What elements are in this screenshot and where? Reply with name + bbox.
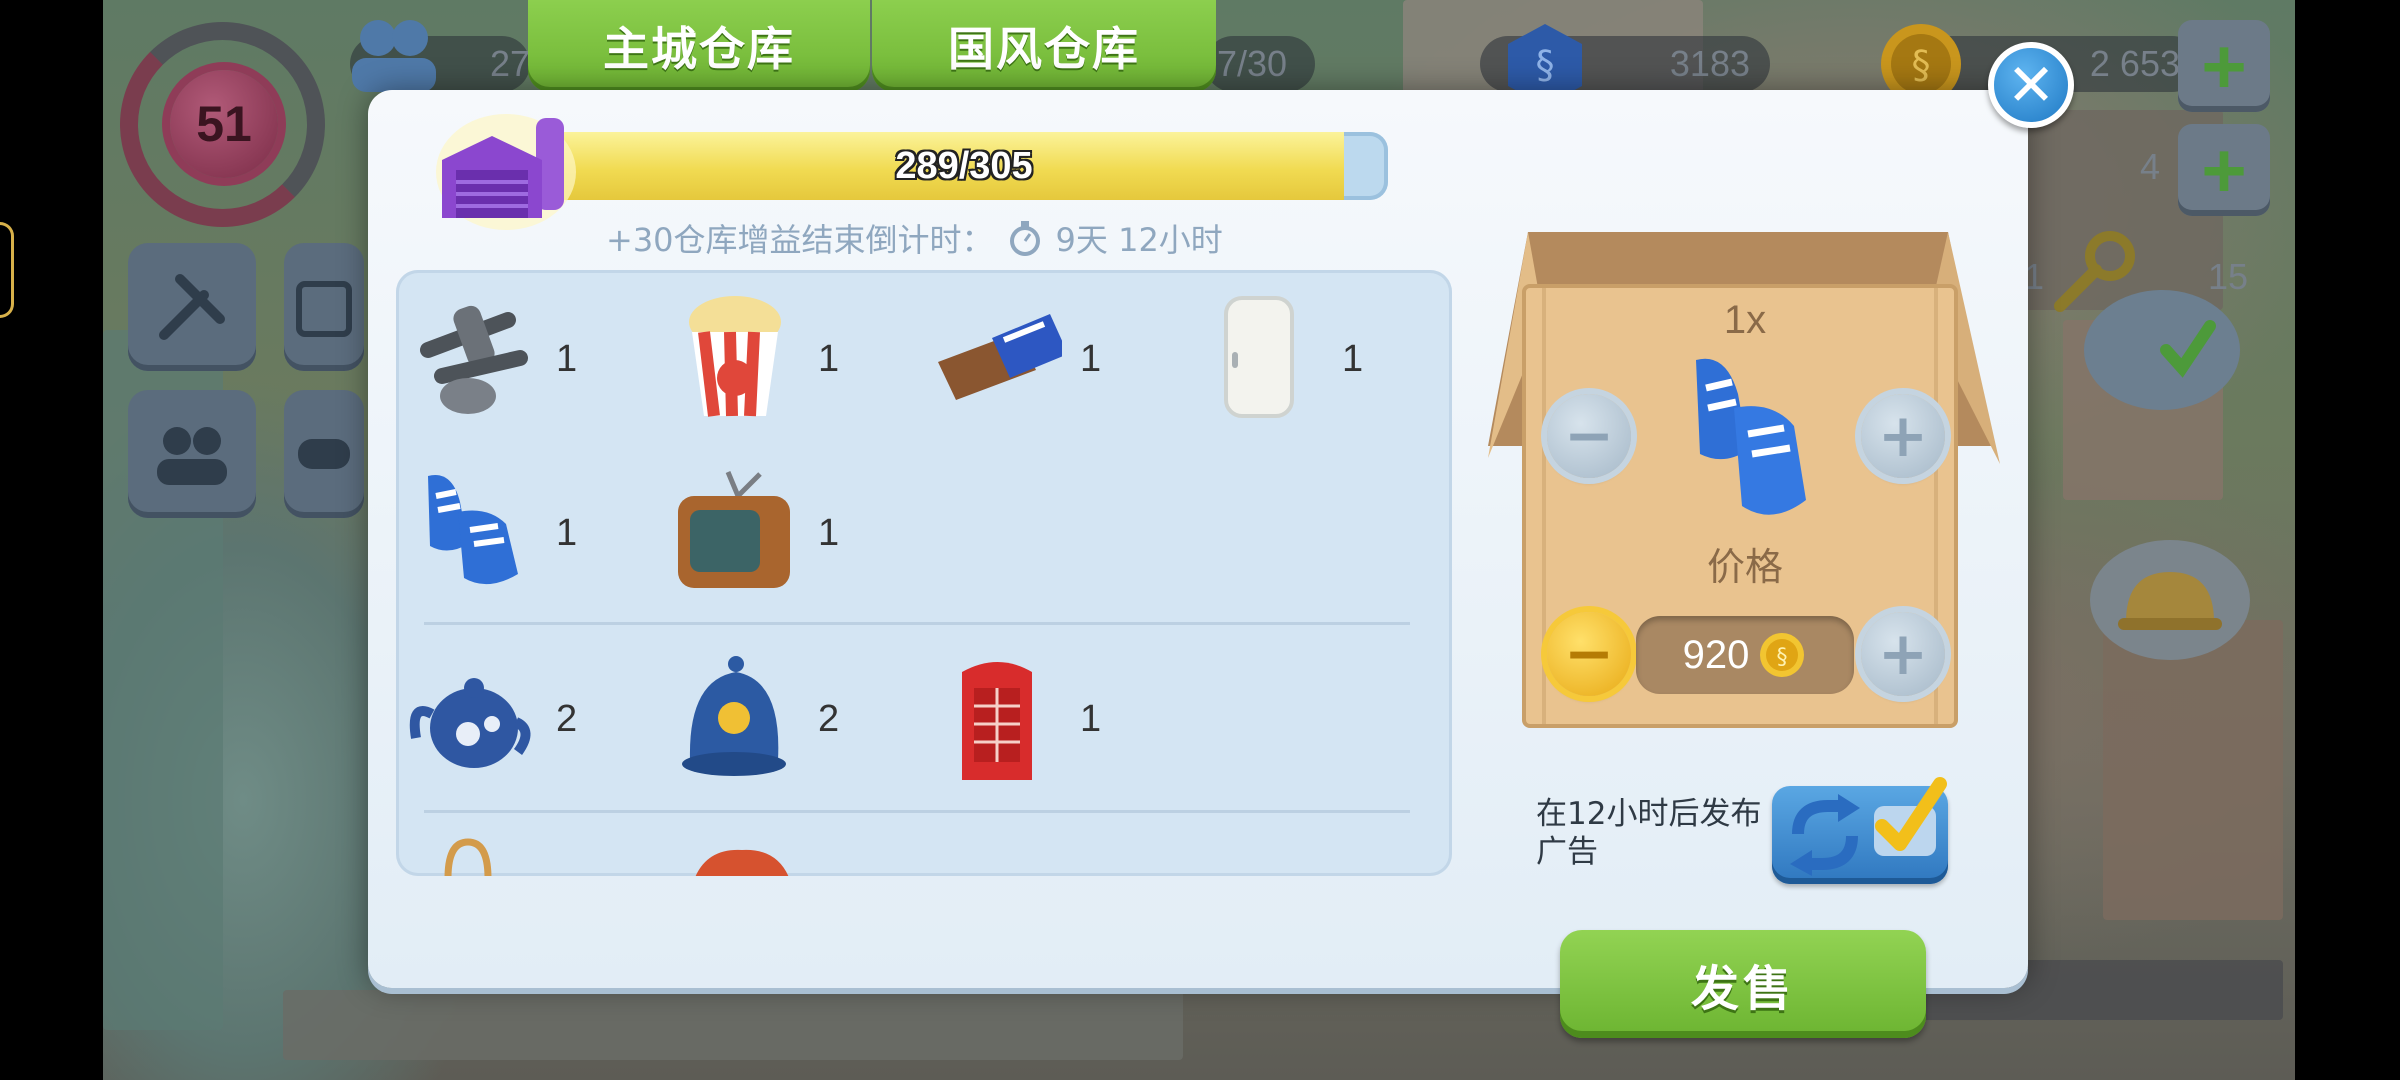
inventory-item-popcorn[interactable]: 1 bbox=[670, 292, 910, 432]
storage-capacity-bar: 289/305 bbox=[540, 132, 1388, 200]
row-divider bbox=[424, 622, 1410, 625]
storage-counter-hud: 7/30 bbox=[1205, 36, 1315, 92]
partial-item-icon bbox=[695, 849, 789, 876]
inventory-item-football-boots[interactable]: 1 bbox=[408, 466, 648, 606]
sell-label: 发售 bbox=[1690, 961, 1795, 1017]
storage-capacity-text: 289/305 bbox=[895, 144, 1033, 187]
tab-label: 国风仓库 bbox=[948, 22, 1140, 76]
storage-counter-value: 7/30 bbox=[1217, 43, 1288, 84]
coin-icon: § bbox=[1760, 633, 1805, 677]
checkmark-icon bbox=[2160, 320, 2216, 378]
row-divider bbox=[424, 810, 1410, 813]
inventory-item-teapot[interactable]: 2 bbox=[408, 652, 648, 792]
hud-right-value-3: 15 bbox=[2208, 256, 2249, 297]
inventory-item-police-helmet[interactable]: 2 bbox=[670, 652, 910, 792]
tab-main-city-warehouse[interactable]: 主城仓库 bbox=[528, 0, 870, 92]
minus-icon: − bbox=[1563, 401, 1615, 471]
calendar-button[interactable] bbox=[284, 243, 364, 371]
item-quantity: 2 bbox=[556, 698, 578, 740]
level-badge[interactable]: 51 bbox=[170, 70, 278, 178]
price-value: 920 bbox=[1682, 632, 1750, 677]
popcorn-icon bbox=[689, 296, 781, 417]
coins-value: 2 653 bbox=[2089, 43, 2180, 84]
refresh-arrows-icon bbox=[1790, 794, 1860, 876]
inventory-item-nails[interactable]: 1 bbox=[408, 292, 648, 432]
side-handle[interactable] bbox=[0, 222, 14, 318]
gamepad-icon bbox=[298, 439, 350, 469]
price-display: 920 § bbox=[1636, 616, 1854, 694]
boost-label: +30仓库增益结束倒计时： bbox=[606, 221, 994, 259]
task-bubble[interactable] bbox=[2084, 290, 2240, 410]
item-quantity: 1 bbox=[556, 512, 578, 554]
svg-text:§: § bbox=[1912, 43, 1931, 87]
svg-text:§: § bbox=[1536, 43, 1555, 87]
inventory-item-chocolate[interactable]: 1 bbox=[932, 292, 1172, 432]
teapot-icon bbox=[409, 678, 531, 768]
plus-icon: + bbox=[2201, 22, 2247, 110]
checkmark-icon bbox=[1874, 777, 1947, 856]
people-icon bbox=[157, 427, 227, 485]
phone-booth-icon bbox=[962, 662, 1032, 780]
svg-text:§: § bbox=[1777, 645, 1788, 670]
inventory-item-fridge[interactable]: 1 bbox=[1194, 292, 1434, 432]
plus-icon: + bbox=[1877, 401, 1929, 471]
games-button[interactable] bbox=[284, 390, 364, 518]
sell-button[interactable]: 发售 bbox=[1560, 930, 1926, 1038]
police-helmet-icon bbox=[682, 656, 786, 776]
stopwatch-icon bbox=[1009, 221, 1040, 256]
inventory-grid[interactable]: 1 1 1 1 1 1 2 2 1 bbox=[396, 270, 1452, 876]
level-number: 51 bbox=[196, 96, 252, 152]
nails-icon bbox=[420, 305, 528, 414]
fridge-icon bbox=[1224, 296, 1294, 418]
inventory-item-phone-booth[interactable]: 1 bbox=[932, 652, 1172, 792]
calendar-icon bbox=[296, 281, 352, 337]
item-quantity: 1 bbox=[1342, 338, 1364, 380]
advertise-text: 在12小时后发布广告 bbox=[1536, 796, 1762, 870]
construction-bubble[interactable] bbox=[2090, 540, 2250, 660]
storage-boost-countdown: +30仓库增益结束倒计时： 9天 12小时 bbox=[606, 216, 1223, 260]
item-quantity: 2 bbox=[818, 698, 840, 740]
minus-icon: − bbox=[1563, 619, 1615, 689]
football-boots-icon bbox=[428, 475, 518, 585]
item-quantity: 1 bbox=[818, 338, 840, 380]
partial-item-icon bbox=[444, 838, 492, 876]
inventory-item-tv[interactable]: 1 bbox=[670, 466, 910, 606]
tools-button[interactable] bbox=[128, 243, 256, 371]
advertise-toggle[interactable] bbox=[1772, 777, 1948, 884]
item-quantity: 1 bbox=[818, 512, 840, 554]
tab-label: 主城仓库 bbox=[603, 22, 795, 76]
citizens-icon bbox=[352, 20, 436, 92]
close-button[interactable]: ✕ bbox=[1988, 42, 2074, 128]
item-quantity: 1 bbox=[1080, 338, 1102, 380]
wrench-screwdriver-icon bbox=[159, 274, 225, 340]
plus-icon: + bbox=[2201, 126, 2247, 214]
football-boots-icon bbox=[1696, 358, 1806, 515]
close-icon: ✕ bbox=[2006, 51, 2056, 119]
item-quantity: 1 bbox=[556, 338, 578, 380]
hard-hat-icon bbox=[2118, 572, 2222, 630]
hud-right-value-1: 4 bbox=[2140, 146, 2161, 187]
boost-time: 9天 12小时 bbox=[1055, 221, 1223, 259]
warehouse-icon bbox=[436, 114, 576, 230]
friends-button[interactable] bbox=[128, 390, 256, 518]
buy-simcash-button[interactable]: + bbox=[2178, 20, 2270, 112]
plus-icon: + bbox=[1877, 619, 1929, 689]
simcash-value: 3183 bbox=[1669, 43, 1750, 84]
price-label: 价格 bbox=[1706, 545, 1783, 589]
population-value: 27 bbox=[490, 43, 531, 84]
increase-price-button[interactable]: + bbox=[1861, 612, 1945, 696]
sale-quantity: 1x bbox=[1723, 298, 1767, 342]
decrease-price-button[interactable]: − bbox=[1547, 612, 1631, 696]
increase-quantity-button[interactable]: + bbox=[1861, 394, 1945, 478]
tv-icon bbox=[678, 471, 790, 588]
buy-coins-button[interactable]: + bbox=[2178, 124, 2270, 216]
item-quantity: 1 bbox=[1080, 698, 1102, 740]
decrease-quantity-button[interactable]: − bbox=[1547, 394, 1631, 478]
tab-national-style-warehouse[interactable]: 国风仓库 bbox=[872, 0, 1216, 92]
chocolate-bar-icon bbox=[938, 314, 1062, 400]
